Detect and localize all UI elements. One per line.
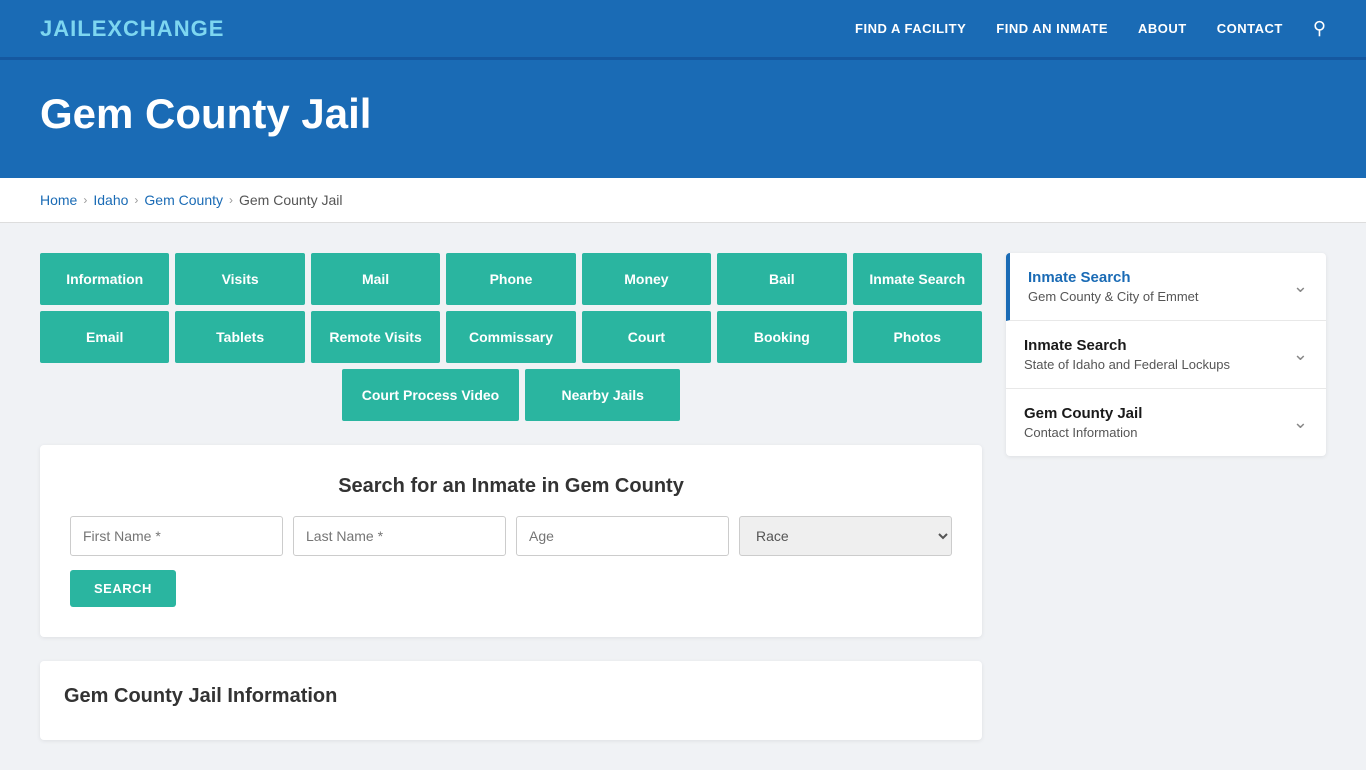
grid-row-1: Information Visits Mail Phone Money Bail… (40, 253, 982, 305)
sidebar-item-text-1: Inmate Search State of Idaho and Federal… (1024, 337, 1230, 372)
sidebar-item-title-1: Inmate Search (1024, 337, 1230, 354)
breadcrumb-gem-county[interactable]: Gem County (144, 192, 223, 208)
nav-links: FIND A FACILITY FIND AN INMATE ABOUT CON… (855, 18, 1326, 39)
nav-contact[interactable]: CONTACT (1217, 21, 1283, 36)
breadcrumb-idaho[interactable]: Idaho (93, 192, 128, 208)
chevron-down-icon-0: ⌄ (1293, 276, 1308, 297)
btn-nearby-jails[interactable]: Nearby Jails (525, 369, 680, 421)
sidebar-item-1[interactable]: Inmate Search State of Idaho and Federal… (1006, 321, 1326, 389)
left-section: Information Visits Mail Phone Money Bail… (40, 253, 982, 740)
first-name-input[interactable] (70, 516, 283, 556)
sidebar-item-subtitle-2: Contact Information (1024, 425, 1142, 440)
sidebar-item-2[interactable]: Gem County Jail Contact Information ⌄ (1006, 389, 1326, 456)
sidebar-item-subtitle-1: State of Idaho and Federal Lockups (1024, 357, 1230, 372)
logo-exchange: EXCHANGE (92, 16, 225, 41)
search-icon[interactable]: ⚲ (1313, 18, 1326, 39)
breadcrumb: Home › Idaho › Gem County › Gem County J… (0, 178, 1366, 223)
btn-court[interactable]: Court (582, 311, 711, 363)
nav-find-facility[interactable]: FIND A FACILITY (855, 21, 966, 36)
logo-jail: JAIL (40, 16, 92, 41)
btn-information[interactable]: Information (40, 253, 169, 305)
btn-mail[interactable]: Mail (311, 253, 440, 305)
nav-about[interactable]: ABOUT (1138, 21, 1187, 36)
right-sidebar: Inmate Search Gem County & City of Emmet… (1006, 253, 1326, 740)
breadcrumb-sep-3: › (229, 193, 233, 207)
info-title: Gem County Jail Information (64, 685, 958, 708)
btn-photos[interactable]: Photos (853, 311, 982, 363)
btn-booking[interactable]: Booking (717, 311, 846, 363)
grid-row-2: Email Tablets Remote Visits Commissary C… (40, 311, 982, 363)
btn-phone[interactable]: Phone (446, 253, 575, 305)
btn-commissary[interactable]: Commissary (446, 311, 575, 363)
btn-court-process-video[interactable]: Court Process Video (342, 369, 519, 421)
chevron-down-icon-2: ⌄ (1293, 412, 1308, 433)
btn-visits[interactable]: Visits (175, 253, 304, 305)
sidebar-card: Inmate Search Gem County & City of Emmet… (1006, 253, 1326, 456)
search-title: Search for an Inmate in Gem County (70, 475, 952, 498)
search-button[interactable]: SEARCH (70, 570, 176, 607)
main-content: Information Visits Mail Phone Money Bail… (0, 223, 1366, 770)
hero-banner: Gem County Jail (0, 60, 1366, 178)
btn-remote-visits[interactable]: Remote Visits (311, 311, 440, 363)
page-title: Gem County Jail (40, 90, 1326, 138)
grid-row-3: Court Process Video Nearby Jails (40, 369, 982, 421)
breadcrumb-sep-2: › (134, 193, 138, 207)
breadcrumb-sep-1: › (83, 193, 87, 207)
race-select[interactable]: Race White Black Hispanic Asian Native A… (739, 516, 952, 556)
breadcrumb-current: Gem County Jail (239, 192, 342, 208)
chevron-down-icon-1: ⌄ (1293, 344, 1308, 365)
btn-bail[interactable]: Bail (717, 253, 846, 305)
sidebar-item-text-2: Gem County Jail Contact Information (1024, 405, 1142, 440)
site-logo[interactable]: JAILEXCHANGE (40, 16, 224, 42)
age-input[interactable] (516, 516, 729, 556)
btn-email[interactable]: Email (40, 311, 169, 363)
breadcrumb-home[interactable]: Home (40, 192, 77, 208)
btn-inmate-search[interactable]: Inmate Search (853, 253, 982, 305)
btn-money[interactable]: Money (582, 253, 711, 305)
sidebar-item-text-0: Inmate Search Gem County & City of Emmet (1028, 269, 1199, 304)
search-fields: Race White Black Hispanic Asian Native A… (70, 516, 952, 556)
info-section: Gem County Jail Information (40, 661, 982, 740)
sidebar-item-title-2: Gem County Jail (1024, 405, 1142, 422)
sidebar-item-subtitle-0: Gem County & City of Emmet (1028, 289, 1199, 304)
btn-tablets[interactable]: Tablets (175, 311, 304, 363)
navbar: JAILEXCHANGE FIND A FACILITY FIND AN INM… (0, 0, 1366, 60)
sidebar-item-0[interactable]: Inmate Search Gem County & City of Emmet… (1006, 253, 1326, 321)
inmate-search-box: Search for an Inmate in Gem County Race … (40, 445, 982, 637)
sidebar-item-title-0: Inmate Search (1028, 269, 1199, 286)
nav-find-inmate[interactable]: FIND AN INMATE (996, 21, 1108, 36)
last-name-input[interactable] (293, 516, 506, 556)
